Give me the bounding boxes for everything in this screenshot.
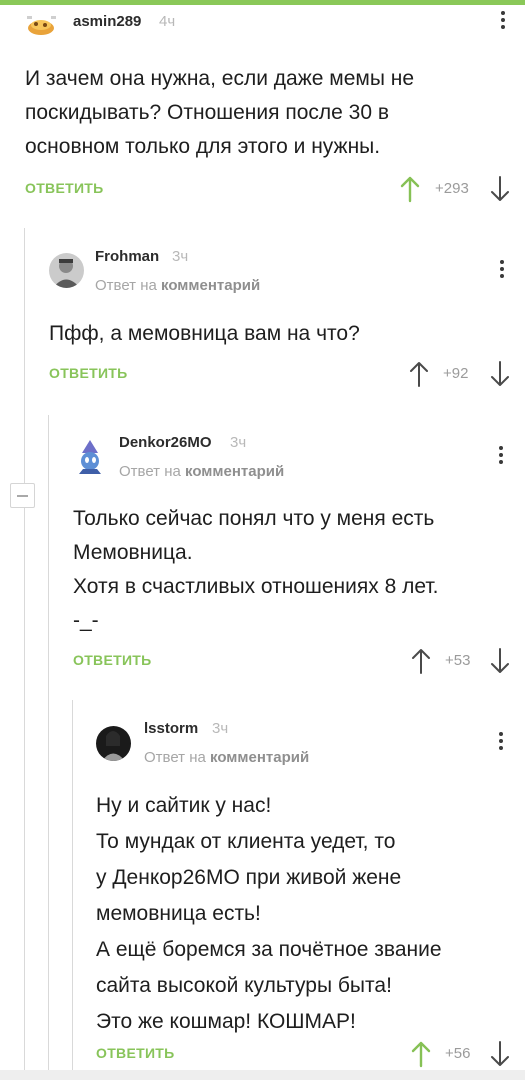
parent-comment-link[interactable]: комментарий: [161, 277, 260, 294]
more-vertical-icon[interactable]: [491, 443, 511, 469]
comment-body: И зачем она нужна, если даже мемы не пос…: [25, 67, 415, 158]
comment: asmin289 4ч И зачем она нужна, если даже…: [25, 0, 515, 215]
comment: lsstorm 3ч Ответ на комментарий Ну и сай…: [96, 712, 515, 1072]
rating-score: +53: [445, 652, 471, 669]
arrow-down-icon[interactable]: [488, 1040, 512, 1068]
username[interactable]: lsstorm: [144, 720, 198, 737]
comment-body: Ну и сайтик у нас! То мундак от клиента …: [96, 794, 442, 1033]
username[interactable]: Denkor26MO: [119, 434, 212, 451]
reply-button[interactable]: ОТВЕТИТЬ: [49, 365, 128, 381]
reply-note: Ответ на комментарий: [95, 277, 261, 294]
arrow-down-icon[interactable]: [488, 175, 512, 203]
avatar[interactable]: [96, 726, 131, 761]
parent-comment-link[interactable]: комментарий: [185, 463, 284, 480]
timestamp: 3ч: [172, 248, 189, 265]
more-vertical-icon[interactable]: [493, 8, 513, 34]
reply-note: Ответ на комментарий: [144, 749, 310, 766]
reply-note: Ответ на комментарий: [119, 463, 285, 480]
timestamp: 3ч: [212, 720, 229, 737]
avatar[interactable]: [49, 253, 84, 288]
comment: Denkor26MO 3ч Ответ на комментарий Тольк…: [73, 425, 515, 695]
username[interactable]: asmin289: [73, 13, 141, 30]
comment: Frohman 3ч Ответ на комментарий Пфф, а м…: [49, 240, 515, 400]
rating-score: +56: [445, 1045, 471, 1062]
comment-body: Пфф, а мемовница вам на что?: [49, 322, 360, 345]
thread-line: [72, 700, 73, 1080]
arrow-up-icon[interactable]: [409, 647, 433, 675]
arrow-up-icon[interactable]: [409, 1040, 433, 1068]
thread-line: [24, 228, 25, 1080]
reply-button[interactable]: ОТВЕТИТЬ: [73, 652, 152, 668]
rating-score: +293: [435, 180, 469, 197]
arrow-down-icon[interactable]: [488, 360, 512, 388]
arrow-up-icon[interactable]: [407, 360, 431, 388]
avatar[interactable]: [73, 439, 108, 474]
arrow-down-icon[interactable]: [488, 647, 512, 675]
rating-score: +92: [443, 365, 469, 382]
bottom-bar: [0, 1070, 525, 1080]
timestamp: 3ч: [230, 434, 247, 451]
thread-line: [48, 415, 49, 1080]
avatar[interactable]: [25, 4, 58, 37]
more-vertical-icon[interactable]: [492, 257, 512, 283]
more-vertical-icon[interactable]: [491, 729, 511, 755]
arrow-up-icon[interactable]: [398, 175, 422, 203]
comment-body: Только сейчас понял что у меня есть Мемо…: [73, 507, 439, 632]
reply-button[interactable]: ОТВЕТИТЬ: [96, 1045, 175, 1061]
username[interactable]: Frohman: [95, 248, 159, 265]
reply-button[interactable]: ОТВЕТИТЬ: [25, 180, 104, 196]
timestamp: 4ч: [159, 13, 176, 30]
collapse-thread-button[interactable]: [10, 483, 35, 508]
parent-comment-link[interactable]: комментарий: [210, 749, 309, 766]
